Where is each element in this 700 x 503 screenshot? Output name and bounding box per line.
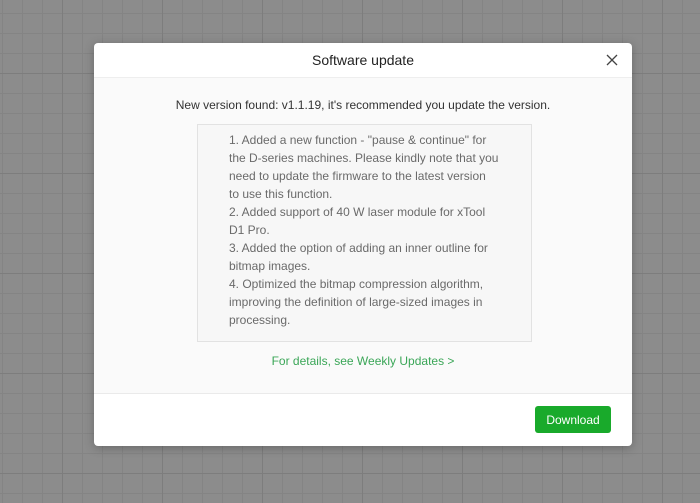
note-line: 1. Added a new function - "pause & conti…	[229, 133, 487, 147]
new-version-text: New version found: v1.1.19, it's recomme…	[175, 98, 551, 112]
note-line: bitmap images.	[229, 259, 311, 273]
close-button[interactable]	[602, 43, 622, 77]
note-line: the D-series machines. Please kindly not…	[229, 151, 499, 165]
dialog-header: Software update	[94, 43, 632, 78]
close-icon	[606, 54, 618, 66]
software-update-dialog: Software update New version found: v1.1.…	[94, 43, 632, 446]
download-button[interactable]: Download	[535, 406, 611, 433]
note-line: D1 Pro.	[229, 223, 270, 237]
weekly-updates-link[interactable]: For details, see Weekly Updates >	[94, 354, 632, 368]
release-notes: 1. Added a new function - "pause & conti…	[197, 124, 532, 342]
note-line: 2. Added support of 40 W laser module fo…	[229, 205, 486, 219]
note-line: to use this function.	[229, 187, 333, 201]
note-line: processing.	[229, 313, 291, 327]
note-line: 3. Added the option of adding an inner o…	[229, 241, 488, 255]
dialog-body: New version found: v1.1.19, it's recomme…	[94, 78, 632, 394]
note-line: need to update the firmware to the lates…	[229, 169, 486, 183]
note-line: 4. Optimized the bitmap compression algo…	[229, 277, 484, 291]
dialog-title: Software update	[312, 52, 414, 68]
note-line: improving the definition of large-sized …	[229, 295, 483, 309]
